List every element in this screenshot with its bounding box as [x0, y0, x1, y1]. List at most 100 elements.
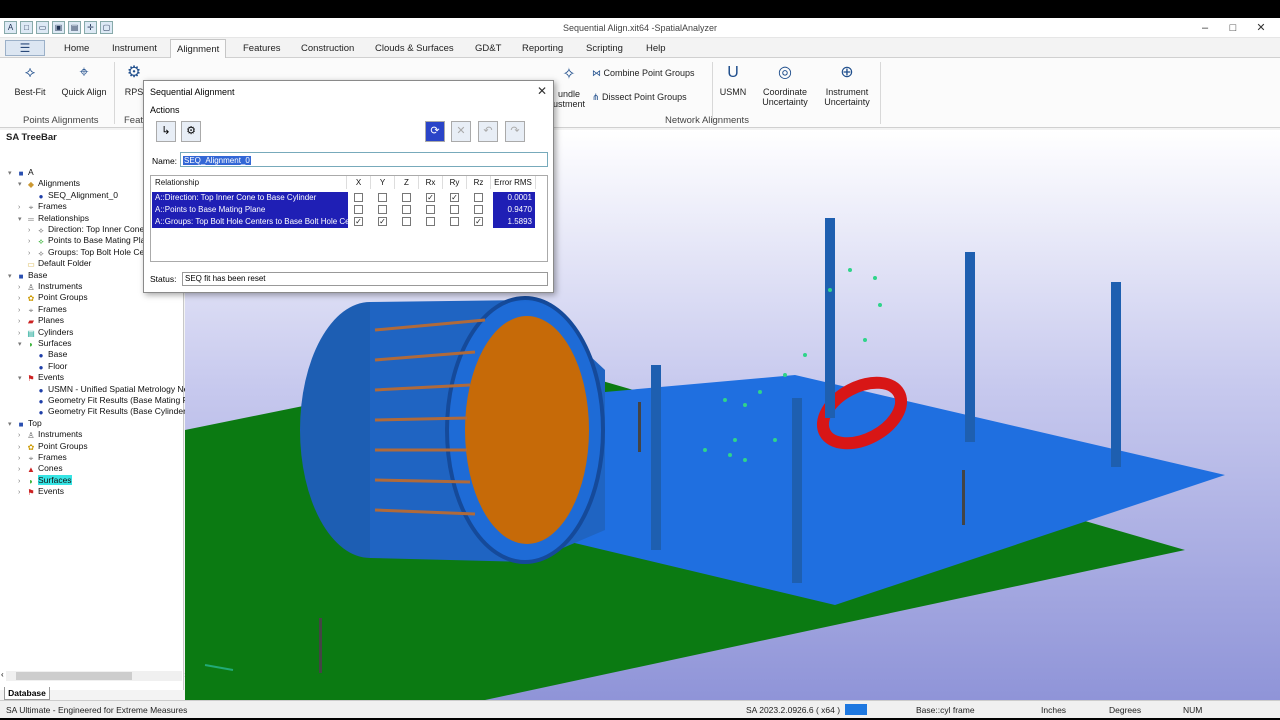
- tab-home[interactable]: Home: [64, 41, 89, 56]
- tree-node[interactable]: › ♙ Instruments: [18, 429, 82, 440]
- tree-expander-icon[interactable]: ▾: [18, 179, 26, 190]
- tree-node[interactable]: › ✿ Point Groups: [18, 441, 88, 452]
- tree-node[interactable]: ▭ Default Folder: [18, 258, 91, 269]
- dof-checkbox[interactable]: [450, 217, 459, 226]
- tree-node[interactable]: ● SEQ_Alignment_0: [28, 190, 118, 201]
- redo-button[interactable]: ↷: [505, 121, 525, 142]
- dof-checkbox[interactable]: [474, 193, 483, 202]
- tree-node[interactable]: › ◗ Surfaces: [18, 474, 72, 487]
- relationship-row[interactable]: A::Points to Base Mating Plane: [152, 204, 348, 216]
- tree-node[interactable]: ▾ ■ Base: [8, 270, 47, 281]
- tree-node[interactable]: › ⟡ Direction: Top Inner Cone to B: [28, 224, 162, 235]
- tree-expander-icon[interactable]: ›: [18, 487, 26, 498]
- scroll-left-icon[interactable]: ‹: [1, 670, 4, 679]
- tree-node[interactable]: › ▲ Cones: [18, 463, 63, 474]
- dof-checkbox[interactable]: [354, 193, 363, 202]
- dof-checkbox[interactable]: [378, 193, 387, 202]
- tree-node[interactable]: › ⌖ Frames: [18, 452, 67, 463]
- status-units[interactable]: Inches: [1041, 705, 1066, 715]
- column-header[interactable]: Rx: [419, 176, 443, 189]
- tree-node[interactable]: › ⚑ Events: [18, 486, 64, 497]
- relationship-row[interactable]: A::Groups: Top Bolt Hole Centers to Base…: [152, 216, 348, 228]
- best-fit-button[interactable]: ⟡ Best-Fit: [10, 62, 50, 97]
- dof-checkbox[interactable]: [450, 205, 459, 214]
- tree-expander-icon[interactable]: ›: [18, 476, 26, 487]
- tab-scripting[interactable]: Scripting: [586, 41, 623, 56]
- column-header[interactable]: Ry: [443, 176, 467, 189]
- tree-expander-icon[interactable]: ›: [18, 305, 26, 316]
- dof-checkbox[interactable]: [402, 217, 411, 226]
- tree-expander-icon[interactable]: ▾: [8, 168, 16, 179]
- run-alignment-button[interactable]: ⚙: [181, 121, 201, 142]
- add-relationship-button[interactable]: ↳: [156, 121, 176, 142]
- tree-node[interactable]: ▾ ⚑ Events: [18, 372, 64, 383]
- tree-expander-icon[interactable]: ▾: [8, 419, 16, 430]
- tree-expander-icon[interactable]: ›: [18, 430, 26, 441]
- tree-node[interactable]: › ▰ Planes: [18, 315, 64, 326]
- dof-checkbox[interactable]: ✓: [378, 217, 387, 226]
- tree-expander-icon[interactable]: ›: [18, 202, 26, 213]
- dialog-close-button[interactable]: ✕: [537, 84, 547, 98]
- alignment-name-input[interactable]: SEQ_Alignment_0: [180, 152, 548, 167]
- tree-node[interactable]: ▾ ◗ Surfaces: [18, 338, 72, 349]
- tree-node[interactable]: › ▤ Cylinders: [18, 327, 73, 338]
- tree-node[interactable]: › ⟡ Points to Base Mating Plane: [28, 235, 155, 246]
- database-tab[interactable]: Database: [4, 687, 50, 700]
- bundle-adjustment-button[interactable]: ✧ undle ustment: [549, 64, 589, 109]
- usmn-button[interactable]: U USMN: [716, 62, 750, 97]
- column-header[interactable]: Relationship: [151, 176, 347, 189]
- dof-checkbox[interactable]: [426, 217, 435, 226]
- tab-gdt[interactable]: GD&T: [475, 41, 501, 56]
- tab-instrument[interactable]: Instrument: [112, 41, 157, 56]
- tree-expander-icon[interactable]: ›: [28, 236, 36, 247]
- tree-expander-icon[interactable]: ▾: [18, 214, 26, 225]
- tree-node[interactable]: › ✿ Point Groups: [18, 292, 88, 303]
- quick-align-button[interactable]: ⌖ Quick Align: [58, 62, 110, 97]
- tab-clouds-surfaces[interactable]: Clouds & Surfaces: [375, 41, 454, 56]
- maximize-button[interactable]: □: [1220, 20, 1246, 36]
- tree-expander-icon[interactable]: ▾: [18, 373, 26, 384]
- horizontal-scrollbar[interactable]: ‹ ›: [1, 670, 187, 681]
- column-header[interactable]: X: [347, 176, 371, 189]
- dof-checkbox[interactable]: [354, 205, 363, 214]
- tree-expander-icon[interactable]: ›: [28, 248, 36, 259]
- dof-checkbox[interactable]: [402, 193, 411, 202]
- tree-expander-icon[interactable]: ›: [18, 282, 26, 293]
- dof-checkbox[interactable]: ✓: [474, 217, 483, 226]
- tree-node[interactable]: › ⌖ Frames: [18, 304, 67, 315]
- coordinate-uncertainty-button[interactable]: ◎ Coordinate Uncertainty: [756, 62, 814, 107]
- close-window-button[interactable]: ✕: [1248, 20, 1274, 36]
- tree-node[interactable]: ● Base: [28, 349, 68, 360]
- dof-checkbox[interactable]: ✓: [426, 193, 435, 202]
- combine-point-groups-button[interactable]: ⋈ Combine Point Groups: [592, 68, 712, 79]
- tree-node[interactable]: ▾ ■ A: [8, 167, 34, 178]
- tree-node[interactable]: ● USMN - Unified Spatial Metrology Networ: [28, 384, 205, 395]
- column-header[interactable]: Error RMS: [491, 176, 536, 189]
- dof-checkbox[interactable]: [402, 205, 411, 214]
- status-frame[interactable]: Base::cyl frame: [916, 705, 975, 715]
- column-header[interactable]: Z: [395, 176, 419, 189]
- status-angle-units[interactable]: Degrees: [1109, 705, 1141, 715]
- tree-node[interactable]: ● Floor: [28, 361, 68, 372]
- tree-expander-icon[interactable]: ›: [18, 293, 26, 304]
- tab-help[interactable]: Help: [646, 41, 666, 56]
- tree-node[interactable]: ● Geometry Fit Results (Base Cylinder) 10…: [28, 406, 208, 417]
- column-header[interactable]: Y: [371, 176, 395, 189]
- undo-button[interactable]: ↶: [478, 121, 498, 142]
- dof-checkbox[interactable]: ✓: [354, 217, 363, 226]
- column-header[interactable]: Rz: [467, 176, 491, 189]
- instrument-uncertainty-button[interactable]: ⊕ Instrument Uncertainty: [818, 62, 876, 107]
- tree-expander-icon[interactable]: ›: [18, 453, 26, 464]
- tree-node[interactable]: ● Geometry Fit Results (Base Mating Plane…: [28, 395, 208, 406]
- relationship-row[interactable]: A::Direction: Top Inner Cone to Base Cyl…: [152, 192, 348, 204]
- tree-expander-icon[interactable]: ›: [18, 464, 26, 475]
- tab-construction[interactable]: Construction: [301, 41, 354, 56]
- tree-node[interactable]: › ♙ Instruments: [18, 281, 82, 292]
- tree-expander-icon[interactable]: ›: [18, 328, 26, 339]
- tab-alignment[interactable]: Alignment: [170, 39, 227, 59]
- dof-checkbox[interactable]: [426, 205, 435, 214]
- delete-button[interactable]: ✕: [451, 121, 471, 142]
- tree-node[interactable]: ▾ ■ Top: [8, 418, 42, 429]
- dof-checkbox[interactable]: ✓: [450, 193, 459, 202]
- tree-node[interactable]: ▾ ═ Relationships: [18, 213, 89, 224]
